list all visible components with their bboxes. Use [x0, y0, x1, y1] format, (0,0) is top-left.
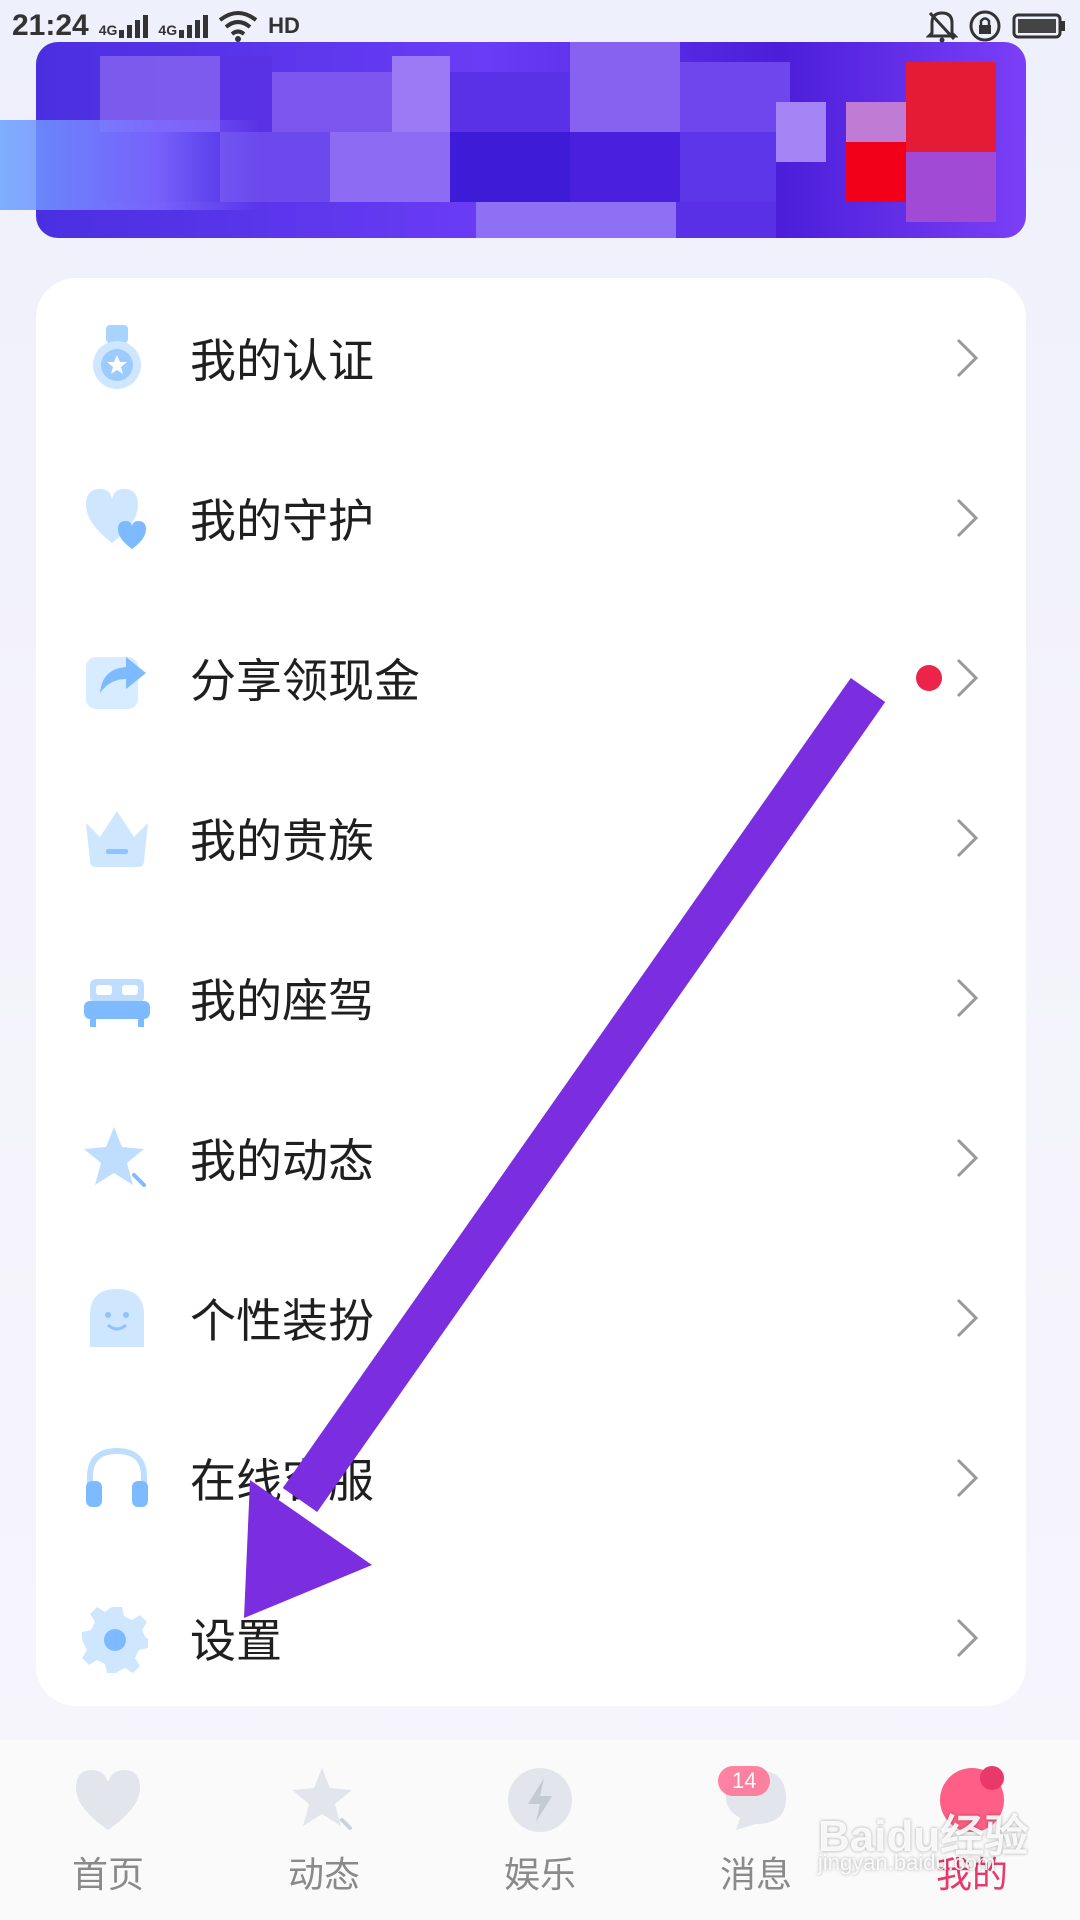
- cellular-signal-icon: 4G: [98, 14, 149, 38]
- tab-label: 消息: [719, 1855, 792, 1896]
- menu-item-share-cash[interactable]: 分享领现金: [36, 598, 1026, 758]
- status-left: 21:24 4G 4G HD: [12, 9, 300, 43]
- tab-entertainment[interactable]: 娱乐: [432, 1740, 648, 1920]
- menu-item-moments[interactable]: 我的动态: [36, 1078, 1026, 1238]
- crown-icon: [86, 811, 148, 867]
- menu-item-label: 我的认证: [190, 334, 374, 388]
- chevron-right-icon: [956, 978, 979, 1018]
- menu-item-label: 分享领现金: [190, 654, 420, 708]
- battery-icon: [1012, 13, 1065, 39]
- menu-item-dress-up[interactable]: 个性装扮: [36, 1238, 1026, 1398]
- hd-icon: HD: [268, 13, 300, 38]
- chevron-right-icon: [956, 1298, 979, 1338]
- message-count-badge: 14: [718, 1766, 771, 1796]
- cellular-signal-icon: 4G: [158, 14, 209, 38]
- chevron-right-icon: [956, 818, 979, 858]
- status-bar: 21:24 4G 4G HD: [0, 0, 1080, 52]
- share-icon: [86, 657, 146, 709]
- tab-label: 首页: [71, 1855, 144, 1896]
- gear-icon: [82, 1607, 148, 1673]
- chevron-right-icon: [956, 498, 979, 538]
- rotation-lock-icon: [969, 10, 1001, 42]
- chevron-right-icon: [956, 1138, 979, 1178]
- tab-moments[interactable]: 动态: [216, 1740, 432, 1920]
- menu-item-label: 我的座驾: [190, 974, 374, 1028]
- chevron-right-icon: [956, 338, 979, 378]
- menu-item-label: 在线客服: [190, 1454, 374, 1508]
- tab-label: 娱乐: [503, 1855, 576, 1896]
- tab-home[interactable]: 首页: [0, 1740, 216, 1920]
- banner-blur-decoration: [0, 120, 260, 210]
- certification-icon: [93, 325, 141, 389]
- menu-item-settings[interactable]: 设置: [36, 1558, 1026, 1718]
- menu-card: 我的认证 我的守护 分享领现金 我的贵族 我的座驾 我的动态 个性装扮 在线客服…: [36, 278, 1026, 1706]
- car-icon: [84, 979, 150, 1027]
- chevron-right-icon: [956, 1458, 979, 1498]
- notification-dot: [916, 665, 942, 691]
- menu-item-label: 个性装扮: [190, 1294, 374, 1348]
- star-icon: [292, 1768, 352, 1830]
- menu-item-label: 我的守护: [190, 494, 374, 548]
- signal-label: 4G: [158, 21, 178, 38]
- menu-item-label: 我的动态: [190, 1134, 374, 1188]
- ghost-icon: [90, 1289, 144, 1347]
- wifi-icon: [218, 11, 258, 42]
- menu-item-nobility[interactable]: 我的贵族: [36, 758, 1026, 918]
- menu-item-guard[interactable]: 我的守护: [36, 438, 1026, 598]
- chevron-right-icon: [956, 1618, 979, 1658]
- lightning-icon: [508, 1768, 572, 1832]
- heart-icon: [86, 489, 146, 549]
- headphones-icon: [86, 1447, 148, 1507]
- menu-item-customer-service[interactable]: 在线客服: [36, 1398, 1026, 1558]
- menu-item-certification[interactable]: 我的认证: [36, 278, 1026, 438]
- signal-label: 4G: [98, 21, 118, 38]
- status-right: [926, 9, 1068, 43]
- tab-label: 动态: [287, 1855, 360, 1896]
- status-time: 21:24: [12, 9, 89, 42]
- bell-muted-icon: [926, 11, 958, 43]
- menu-item-vehicle[interactable]: 我的座驾: [36, 918, 1026, 1078]
- chevron-right-icon: [956, 658, 979, 698]
- watermark-url: jingyan.baidu.com: [818, 1850, 996, 1875]
- menu-item-label: 我的贵族: [190, 814, 374, 868]
- star-icon: [84, 1127, 146, 1187]
- menu-item-label: 设置: [190, 1614, 282, 1668]
- heart-icon: [76, 1770, 140, 1830]
